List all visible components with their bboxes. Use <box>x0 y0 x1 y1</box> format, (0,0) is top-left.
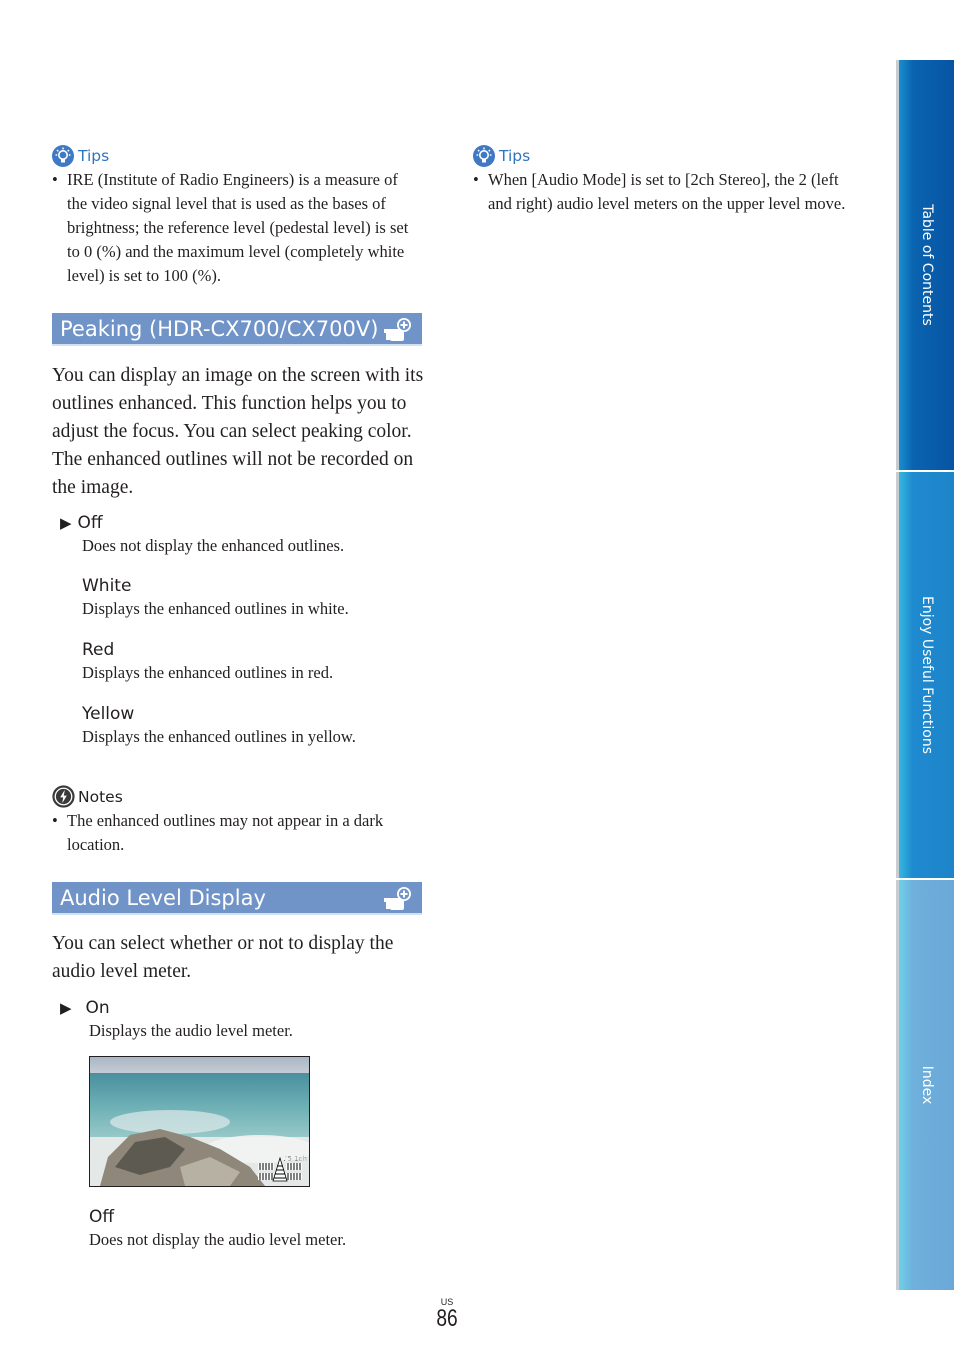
lightbulb-icon <box>52 145 74 167</box>
option-title: White <box>82 576 132 596</box>
peaking-option-off: ▶ Off Does not display the enhanced outl… <box>60 513 420 557</box>
tips-list: When [Audio Mode] is set to [2ch Stereo]… <box>473 168 853 216</box>
option-desc: Does not display the audio level meter. <box>89 1230 347 1249</box>
section-title: Peaking (HDR-CX700/CX700V) <box>60 316 379 341</box>
page-number: 86 <box>436 1305 458 1332</box>
notes-item: The enhanced outlines may not appear in … <box>52 809 422 857</box>
notes: Notes The enhanced outlines may not appe… <box>52 785 422 857</box>
peaking-option-red: Red Displays the enhanced outlines in re… <box>82 640 422 684</box>
side-tab-label: Table of Contents <box>918 204 935 326</box>
audio-format-label: ♪5.1ch <box>283 1155 307 1163</box>
tips-item: IRE (Institute of Radio Engineers) is a … <box>52 168 422 288</box>
option-desc: Displays the enhanced outlines in yellow… <box>82 727 356 746</box>
left-tips: Tips IRE (Institute of Radio Engineers) … <box>52 145 422 288</box>
audio-level-intro: You can select whether or not to display… <box>52 933 394 982</box>
notes-header: Notes <box>52 785 422 808</box>
section-header-audio-level: Audio Level Display <box>52 882 422 915</box>
side-tab-label: Index <box>918 1065 935 1105</box>
side-tab-table-of-contents[interactable]: Table of Contents <box>896 60 954 470</box>
notes-label: Notes <box>78 787 123 806</box>
menu-plus-icon <box>382 886 414 917</box>
notes-list: The enhanced outlines may not appear in … <box>52 809 422 857</box>
option-title: On <box>85 998 110 1018</box>
audio-option-on: ▶ On Displays the audio level meter. <box>60 998 420 1042</box>
peaking-option-yellow: Yellow Displays the enhanced outlines in… <box>82 704 422 748</box>
screen-sample-image: ♪5.1ch <box>89 1056 310 1187</box>
default-marker-icon: ▶ <box>60 1000 72 1017</box>
option-desc: Does not display the enhanced outlines. <box>82 536 345 555</box>
side-tab-label: Enjoy Useful Functions <box>918 595 935 755</box>
tips-label: Tips <box>78 147 110 165</box>
option-desc: Displays the enhanced outlines in white. <box>82 599 349 618</box>
option-desc: Displays the enhanced outlines in red. <box>82 663 334 682</box>
tips-header: Tips <box>473 145 853 167</box>
tips-header: Tips <box>52 145 422 167</box>
option-title: Red <box>82 640 115 660</box>
option-desc: Displays the audio level meter. <box>89 1021 293 1040</box>
lightbulb-icon <box>473 145 495 167</box>
menu-plus-icon <box>382 317 414 348</box>
option-title: Off <box>77 513 103 533</box>
peaking-option-white: White Displays the enhanced outlines in … <box>82 576 422 620</box>
tips-label: Tips <box>499 147 531 165</box>
peaking-intro: You can display an image on the screen w… <box>52 365 424 498</box>
option-title: Yellow <box>82 704 135 724</box>
side-tab-enjoy-useful-functions[interactable]: Enjoy Useful Functions <box>896 472 954 878</box>
section-title: Audio Level Display <box>60 885 266 910</box>
side-tab-index[interactable]: Index <box>896 880 954 1290</box>
audio-option-off: Off Does not display the audio level met… <box>89 1207 419 1251</box>
section-header-peaking: Peaking (HDR-CX700/CX700V) <box>52 313 422 346</box>
page-footer: US 86 <box>427 1297 467 1331</box>
tips-item: When [Audio Mode] is set to [2ch Stereo]… <box>473 168 853 216</box>
tips-list: IRE (Institute of Radio Engineers) is a … <box>52 168 422 288</box>
right-tips: Tips When [Audio Mode] is set to [2ch St… <box>473 145 853 216</box>
option-title: Off <box>89 1207 115 1227</box>
notes-icon <box>52 785 75 808</box>
default-marker-icon: ▶ <box>60 515 72 532</box>
beach-scene: ♪5.1ch <box>90 1057 309 1186</box>
